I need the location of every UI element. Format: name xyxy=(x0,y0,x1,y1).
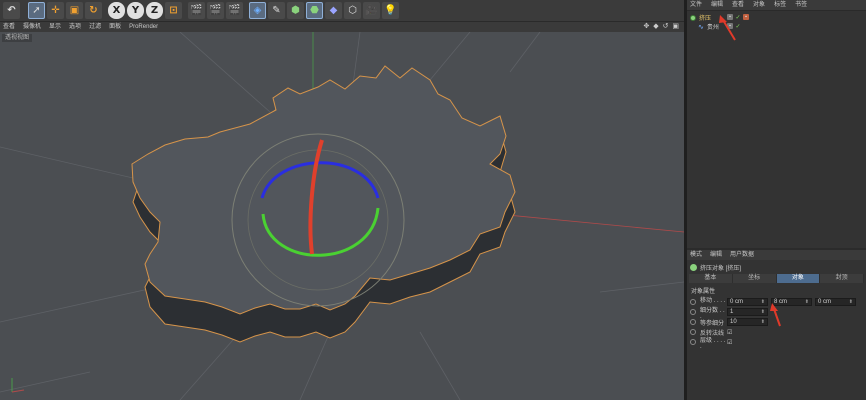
tag-icon[interactable]: ▪ xyxy=(743,14,749,20)
scale-tool-icon[interactable]: ▣ xyxy=(66,2,83,19)
attribute-manager: 模式 编辑 用户数据 挤压对象 [挤压] 基本 坐标 对象 封顶 对象属性 移动… xyxy=(687,250,866,400)
attribute-object-title: 挤压对象 [挤压] xyxy=(700,265,742,272)
tree-item-label: 挤压 xyxy=(699,16,712,22)
object-manager-menu: 文件 编辑 查看 对象 标签 书签 xyxy=(687,0,866,11)
tab-coordinates[interactable]: 坐标 xyxy=(732,274,777,283)
axis-x-toggle[interactable]: X xyxy=(108,2,125,19)
animate-dot-icon[interactable] xyxy=(690,319,696,325)
pen-spline-icon[interactable]: ✎ xyxy=(268,2,285,19)
cube-icon[interactable]: ◈ xyxy=(249,2,266,19)
viewport-navigation-icons[interactable]: ✥ ◆ ↺ ▣ xyxy=(643,22,680,32)
tree-item-flags: ▪ ✓ ▪ xyxy=(727,14,751,21)
viewport-menu-filter[interactable]: 过滤 xyxy=(89,22,101,32)
attribute-tabs: 基本 坐标 对象 封顶 xyxy=(689,274,864,283)
objmenu-tags[interactable]: 标签 xyxy=(774,0,786,11)
param-hierarchy-row: 层级 . . . . . ☑ xyxy=(687,337,866,350)
extrude-object-icon xyxy=(690,14,696,21)
undo-icon[interactable]: ↶ xyxy=(3,2,20,19)
world-axis-indicator xyxy=(11,378,25,393)
render-settings-icon[interactable]: 🎬 xyxy=(226,2,243,19)
coordinate-system-icon[interactable]: ⊡ xyxy=(165,2,182,19)
render-picture-viewer-icon[interactable]: 🎬 xyxy=(207,2,224,19)
axis-z-toggle[interactable]: Z xyxy=(146,2,163,19)
attribute-manager-menu: 模式 编辑 用户数据 xyxy=(687,250,866,260)
axis-y-toggle[interactable]: Y xyxy=(127,2,144,19)
attrmenu-userdata[interactable]: 用户数据 xyxy=(730,250,754,260)
tree-item-extrude[interactable]: 挤压 ▪ ✓ ▪ xyxy=(687,13,866,22)
animate-dot-icon[interactable] xyxy=(690,309,696,315)
tab-object[interactable]: 对象 xyxy=(776,274,821,283)
subdivision-field[interactable]: 1 ⬍ xyxy=(727,308,768,316)
move-tool-icon[interactable]: ✛ xyxy=(47,2,64,19)
move-x-field[interactable]: 0 cm ⬍ xyxy=(727,298,768,306)
viewport-menu-panel[interactable]: 面板 xyxy=(109,22,121,32)
layer-icon[interactable]: ▪ xyxy=(727,23,733,29)
object-manager: 文件 编辑 查看 对象 标签 书签 挤压 ▪ ✓ ▪ ∿ 贵州 ▪ ✓ xyxy=(687,0,866,248)
tab-caps[interactable]: 封顶 xyxy=(820,274,864,283)
viewport-menu-display[interactable]: 显示 xyxy=(49,22,61,32)
viewport-menu-view[interactable]: 查看 xyxy=(3,22,15,32)
viewport-label: 透视视图 xyxy=(2,34,33,42)
attrmenu-edit[interactable]: 编辑 xyxy=(710,250,722,260)
layer-icon[interactable]: ▪ xyxy=(727,14,733,20)
objmenu-file[interactable]: 文件 xyxy=(690,0,702,11)
tree-item-label: 贵州 xyxy=(706,25,719,31)
viewport-menu-camera[interactable]: 摄像机 xyxy=(23,22,41,32)
attrmenu-mode[interactable]: 模式 xyxy=(690,250,702,260)
generator-icon[interactable]: ⬣ xyxy=(306,2,323,19)
objmenu-edit[interactable]: 编辑 xyxy=(711,0,723,11)
tab-basic[interactable]: 基本 xyxy=(689,274,733,283)
flip-normals-checkbox[interactable]: ☑ xyxy=(727,329,732,336)
objmenu-view[interactable]: 查看 xyxy=(732,0,744,11)
visibility-check-icon[interactable]: ✓ xyxy=(735,23,741,30)
viewport-menu-options[interactable]: 选项 xyxy=(69,22,81,32)
move-y-field[interactable]: 8 cm ⬍ xyxy=(771,298,812,306)
param-iso-label: 等参细分 xyxy=(700,320,725,327)
move-z-field[interactable]: 0 cm ⬍ xyxy=(815,298,856,306)
viewport-menu-prorender[interactable]: ProRender xyxy=(129,22,158,32)
perspective-viewport[interactable]: 透视视图 xyxy=(0,32,684,400)
main-toolbar: ↶ ➚ ✛ ▣ ↻ X Y Z ⊡ 🎬 🎬 🎬 ◈ ✎ ⬢ ⬣ ◆ ⬡ 🎥 💡 xyxy=(0,0,684,22)
animate-dot-icon[interactable] xyxy=(690,329,696,335)
select-tool-icon[interactable]: ➚ xyxy=(28,2,45,19)
spline-icon: ∿ xyxy=(698,23,704,31)
param-iso-row: 等参细分 10 ⬍ xyxy=(687,317,866,327)
viewport-menu-bar: 查看 摄像机 显示 选项 过滤 面板 ProRender ✥ ◆ ↺ ▣ xyxy=(0,22,684,32)
tree-item-guizhou[interactable]: ∿ 贵州 ▪ ✓ xyxy=(687,22,866,31)
viewport-scene xyxy=(0,32,684,400)
field-icon[interactable]: ⬡ xyxy=(344,2,361,19)
param-hierarchy-label: 层级 . . . . . xyxy=(700,337,726,350)
objmenu-object[interactable]: 对象 xyxy=(753,0,765,11)
camera-icon[interactable]: 🎥 xyxy=(363,2,380,19)
light-icon[interactable]: 💡 xyxy=(382,2,399,19)
render-view-icon[interactable]: 🎬 xyxy=(188,2,205,19)
tree-item-flags: ▪ ✓ xyxy=(727,23,743,30)
extrude-object-icon xyxy=(690,263,697,271)
deformer-icon[interactable]: ◆ xyxy=(325,2,342,19)
subdivision-icon[interactable]: ⬢ xyxy=(287,2,304,19)
hierarchy-checkbox[interactable]: ☑ xyxy=(727,339,732,346)
animate-dot-icon[interactable] xyxy=(690,299,696,305)
rotate-tool-icon[interactable]: ↻ xyxy=(85,2,102,19)
iso-subdivision-field[interactable]: 10 ⬍ xyxy=(727,318,768,326)
animate-dot-icon[interactable] xyxy=(690,339,696,345)
attribute-object-header: 挤压对象 [挤压] xyxy=(687,260,866,274)
visibility-check-icon[interactable]: ✓ xyxy=(735,14,741,21)
param-subdivision-row: 细分数 . . . 1 ⬍ xyxy=(687,307,866,320)
objmenu-bookmarks[interactable]: 书签 xyxy=(795,0,807,11)
